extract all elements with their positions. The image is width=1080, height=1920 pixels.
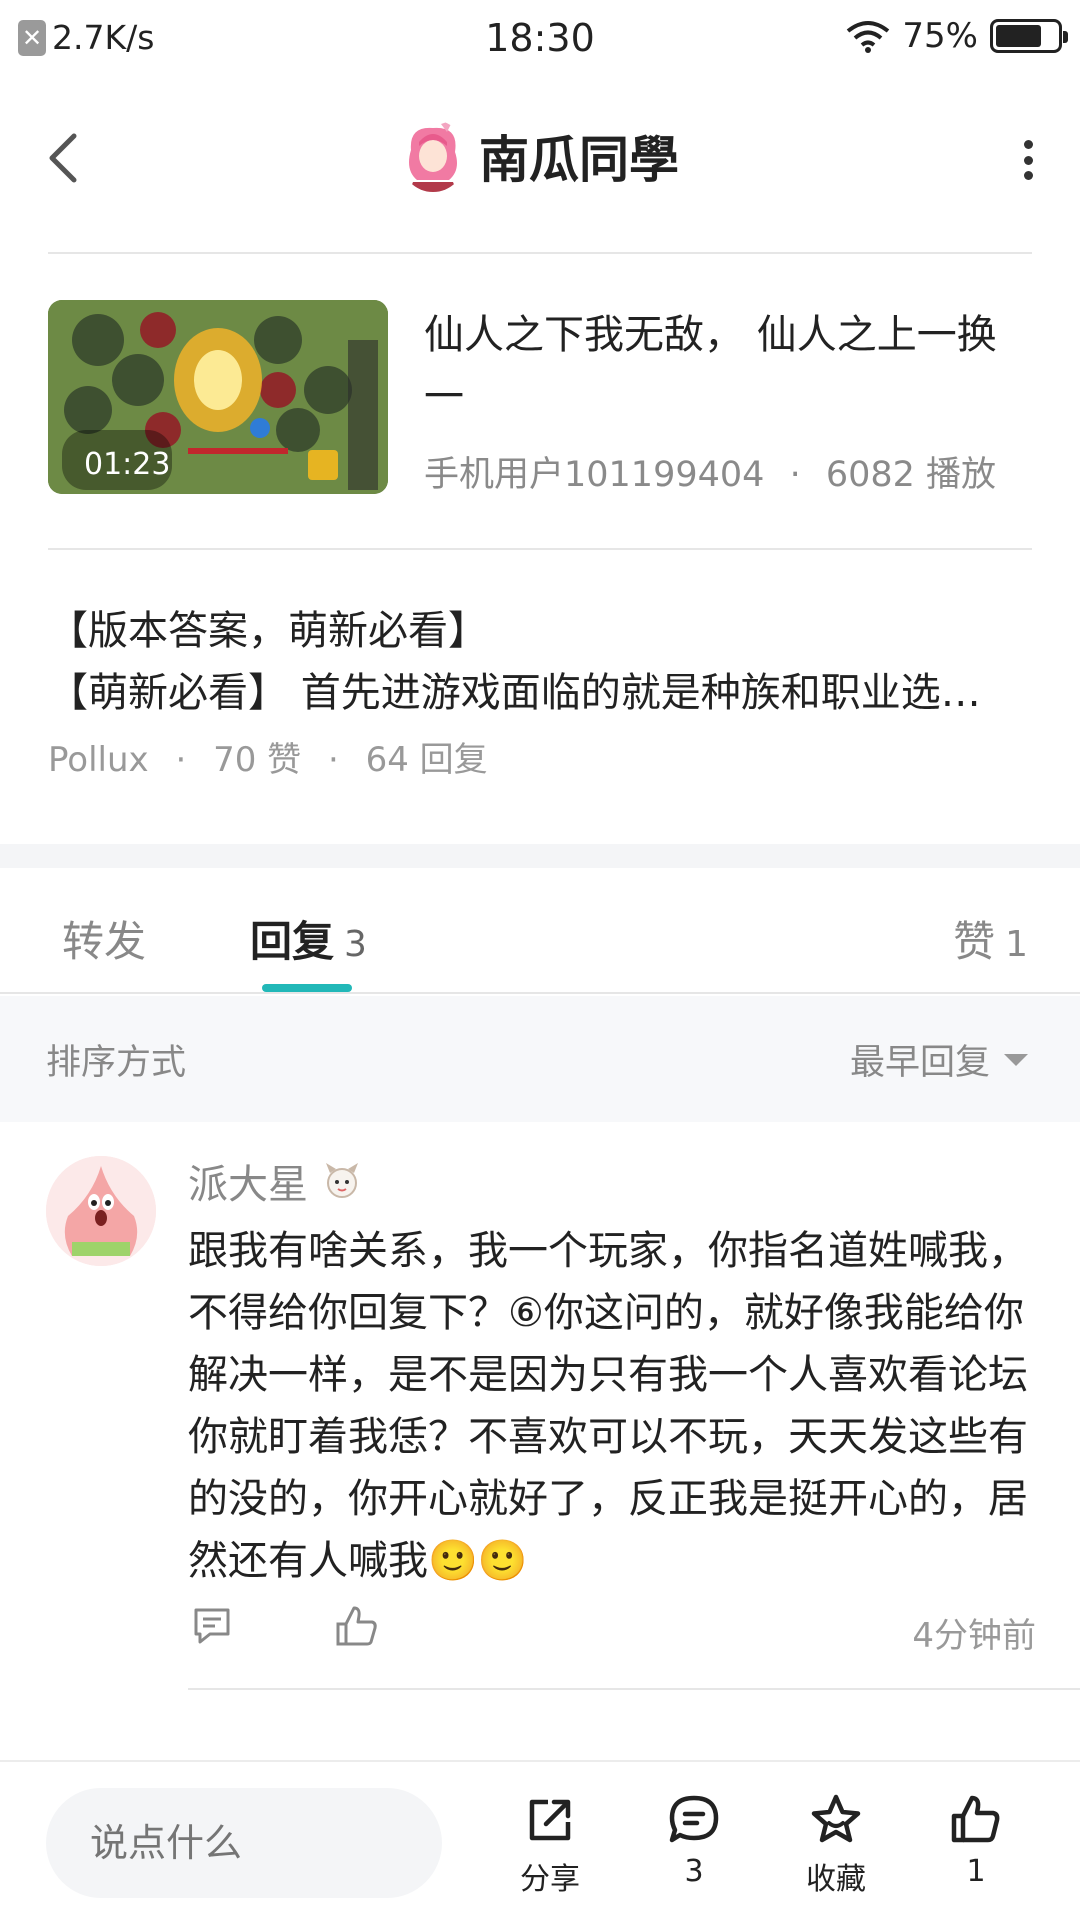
tab-bar: 转发 回复 3 赞1 — [0, 868, 1080, 994]
video-thumbnail[interactable]: 01:23 — [48, 300, 388, 494]
thumbs-up-icon[interactable] — [332, 1602, 380, 1650]
video-duration: 01:23 — [84, 447, 171, 482]
share-label: 分享 — [520, 1862, 580, 1897]
header-title: 南瓜同學 — [479, 131, 679, 189]
caret-down-icon — [1004, 1053, 1028, 1066]
header-divider — [48, 252, 1032, 254]
video-plays: 6082 播放 — [825, 455, 997, 495]
video-divider — [48, 548, 1032, 550]
post-meta: Pollux · 70 赞 · 64 回复 — [48, 732, 1038, 781]
meta-separator: · — [789, 455, 801, 495]
comment-input[interactable] — [46, 1788, 442, 1898]
status-bar: ✕ 2.7K/s 18:30 75% — [0, 0, 1080, 76]
favorite-label: 收藏 — [806, 1862, 866, 1897]
reply-icon[interactable] — [188, 1602, 236, 1650]
comment-avatar[interactable] — [46, 1156, 156, 1266]
post-likes: 70 赞 — [213, 740, 302, 780]
comment-count: 3 — [684, 1854, 704, 1889]
comment-divider — [188, 1688, 1080, 1690]
comment-user[interactable]: 派大星 — [188, 1152, 364, 1210]
favorite-button[interactable]: 收藏 — [776, 1792, 896, 1898]
tab-active-indicator — [262, 984, 352, 992]
comment-count-button[interactable]: 3 — [634, 1792, 754, 1889]
post-excerpt[interactable]: 【萌新必看】 首先进游戏面临的就是种族和职业选… — [48, 662, 1038, 724]
post-card[interactable]: 【版本答案，萌新必看】 【萌新必看】 首先进游戏面临的就是种族和职业选… Pol… — [48, 600, 1038, 781]
video-title[interactable]: 仙人之下我无敌， 仙人之上一换一 — [424, 304, 1034, 428]
sort-dropdown[interactable]: 最早回复 — [850, 1034, 1028, 1085]
tab-reply-label: 回复 — [250, 917, 335, 966]
sort-label: 排序方式 — [46, 1043, 187, 1083]
sort-row: 排序方式 最早回复 — [0, 996, 1080, 1122]
patrick-star-avatar-icon — [46, 1156, 156, 1266]
wifi-icon — [847, 21, 890, 53]
bottom-bar: 分享 3 收藏 1 — [0, 1760, 1080, 1920]
tab-reply-count: 3 — [344, 924, 367, 965]
video-author[interactable]: 手机用户101199404 — [424, 455, 764, 495]
header: 南瓜同學 — [0, 76, 1080, 252]
header-user[interactable]: 南瓜同學 — [0, 120, 1080, 192]
anime-avatar-icon — [401, 120, 465, 192]
chibi-badge-icon — [326, 1163, 358, 1198]
thumbs-up-icon — [951, 1795, 1000, 1843]
battery-percent: 75% — [902, 16, 978, 56]
comment-time: 4分钟前 — [912, 1616, 1036, 1656]
tab-forward-label: 转发 — [62, 917, 147, 966]
like-count: 1 — [966, 1854, 986, 1889]
tab-divider — [0, 992, 1080, 994]
like-button[interactable]: 1 — [916, 1792, 1036, 1889]
meta-separator: · — [175, 740, 187, 780]
tab-like-count: 1 — [1005, 924, 1028, 965]
video-card[interactable]: 01:23 仙人之下我无敌， 仙人之上一换一 手机用户101199404 · 6… — [48, 300, 1032, 496]
meta-separator: · — [327, 740, 339, 780]
share-icon — [529, 1799, 571, 1841]
comment-text: 跟我有啥关系，我一个玩家，你指名道姓喊我，不得给你回复下？⑥你这问的，就好像我能… — [188, 1228, 1028, 1584]
post-replies: 64 回复 — [365, 740, 488, 780]
tab-reply[interactable]: 回复 3 — [250, 908, 367, 969]
header-avatar[interactable] — [401, 120, 465, 192]
comment-username[interactable]: 派大星 — [188, 1152, 308, 1210]
more-options-icon[interactable] — [1016, 132, 1040, 188]
sort-value: 最早回复 — [849, 1043, 990, 1083]
post-title[interactable]: 【版本答案，萌新必看】 — [48, 600, 1038, 662]
battery-fill — [996, 25, 1041, 47]
comment-actions: 4分钟前 — [188, 1602, 1036, 1658]
tab-like[interactable]: 赞1 — [953, 908, 1028, 969]
comment-item: 派大星 跟我有啥关系，我一个玩家，你指名道姓喊我，不得给你回复下？⑥你这问的，就… — [0, 1122, 1080, 1692]
video-meta: 手机用户101199404 · 6082 播放 — [424, 446, 996, 497]
comment-bubble-icon — [669, 1795, 719, 1843]
status-right: 75% — [846, 16, 1068, 56]
share-button[interactable]: 分享 — [490, 1792, 610, 1898]
tab-like-label: 赞 — [953, 917, 996, 966]
post-author[interactable]: Pollux — [48, 740, 149, 780]
tab-forward[interactable]: 转发 — [62, 908, 146, 969]
section-separator — [0, 844, 1080, 868]
battery-icon — [990, 19, 1068, 53]
star-icon — [811, 1794, 861, 1843]
